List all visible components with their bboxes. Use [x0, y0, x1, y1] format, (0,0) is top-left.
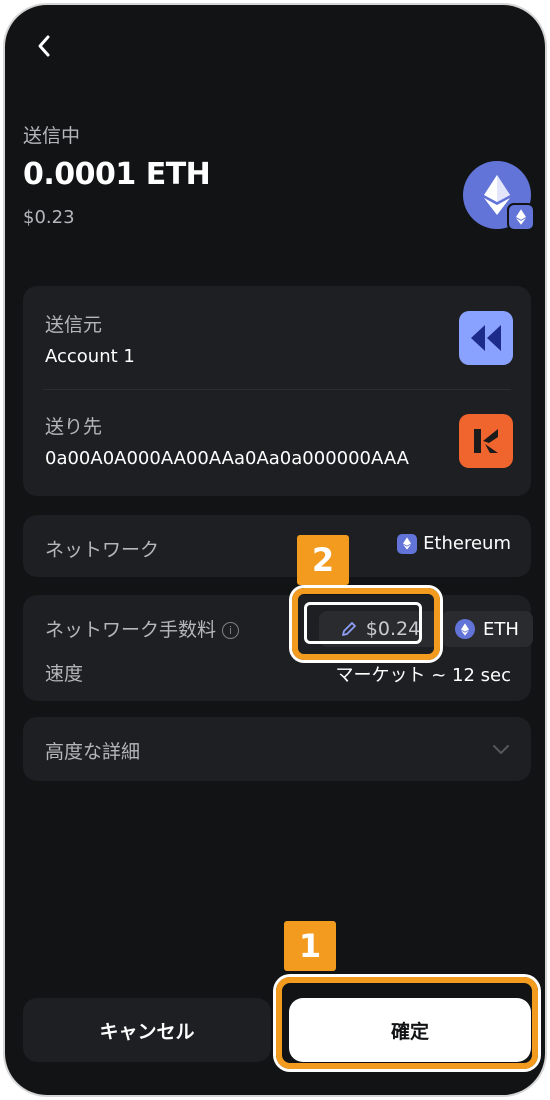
speed-value: マーケット ~ 12 sec: [335, 665, 512, 686]
divider: [43, 389, 511, 390]
send-amount: 0.0001 ETH: [23, 157, 211, 192]
to-label: 送り先: [45, 416, 103, 438]
to-avatar: [459, 414, 513, 468]
confirm-screen: 送信中 0.0001 ETH $0.23 送信元 Account 1 送り先 0…: [3, 3, 547, 1097]
network-chip: Ethereum: [397, 533, 511, 554]
fee-highlight-inner: [304, 602, 422, 644]
step-badge-2: 2: [297, 535, 349, 585]
confirm-highlight: [276, 977, 538, 1069]
from-label: 送信元: [45, 314, 103, 336]
phone-frame: 送信中 0.0001 ETH $0.23 送信元 Account 1 送り先 0…: [0, 0, 550, 1100]
fee-label: ネットワーク手数料 i: [45, 615, 240, 642]
chevron-left-icon: [38, 35, 50, 57]
fee-label-text: ネットワーク手数料: [45, 619, 217, 641]
back-button[interactable]: [29, 31, 59, 61]
from-avatar: [459, 311, 513, 365]
advanced-details-toggle[interactable]: 高度な詳細: [23, 717, 531, 781]
step-badge-1: 1: [284, 921, 336, 971]
fee-token-chip[interactable]: ETH: [441, 611, 533, 647]
fee-token: ETH: [483, 618, 519, 640]
ethereum-icon: [397, 533, 418, 554]
account-logo-icon: [471, 325, 501, 351]
network-card: ネットワーク Ethereum: [23, 515, 531, 577]
speed-label: 速度: [45, 663, 84, 685]
recipient-logo-icon: [474, 429, 498, 453]
from-account: Account 1: [45, 346, 135, 367]
address-card: 送信元 Account 1 送り先 0a00A0A000AA00AAa0Aa0a…: [23, 286, 531, 496]
network-badge-icon: [507, 203, 535, 231]
info-icon[interactable]: i: [222, 622, 240, 639]
fee-card: ネットワーク手数料 i $0.24 ETH 速度 マーケット ~ 12 sec: [23, 595, 533, 701]
cancel-button[interactable]: キャンセル: [23, 998, 271, 1062]
ethereum-icon: [455, 619, 476, 639]
advanced-label: 高度な詳細: [45, 741, 141, 763]
send-amount-fiat: $0.23: [23, 207, 75, 228]
to-address: 0a00A0A000AA00AAa0Aa0a000000AAA: [45, 448, 409, 469]
network-label: ネットワーク: [45, 539, 160, 561]
network-value: Ethereum: [423, 533, 511, 554]
chevron-down-icon: [493, 745, 509, 754]
sending-label: 送信中: [23, 125, 81, 147]
